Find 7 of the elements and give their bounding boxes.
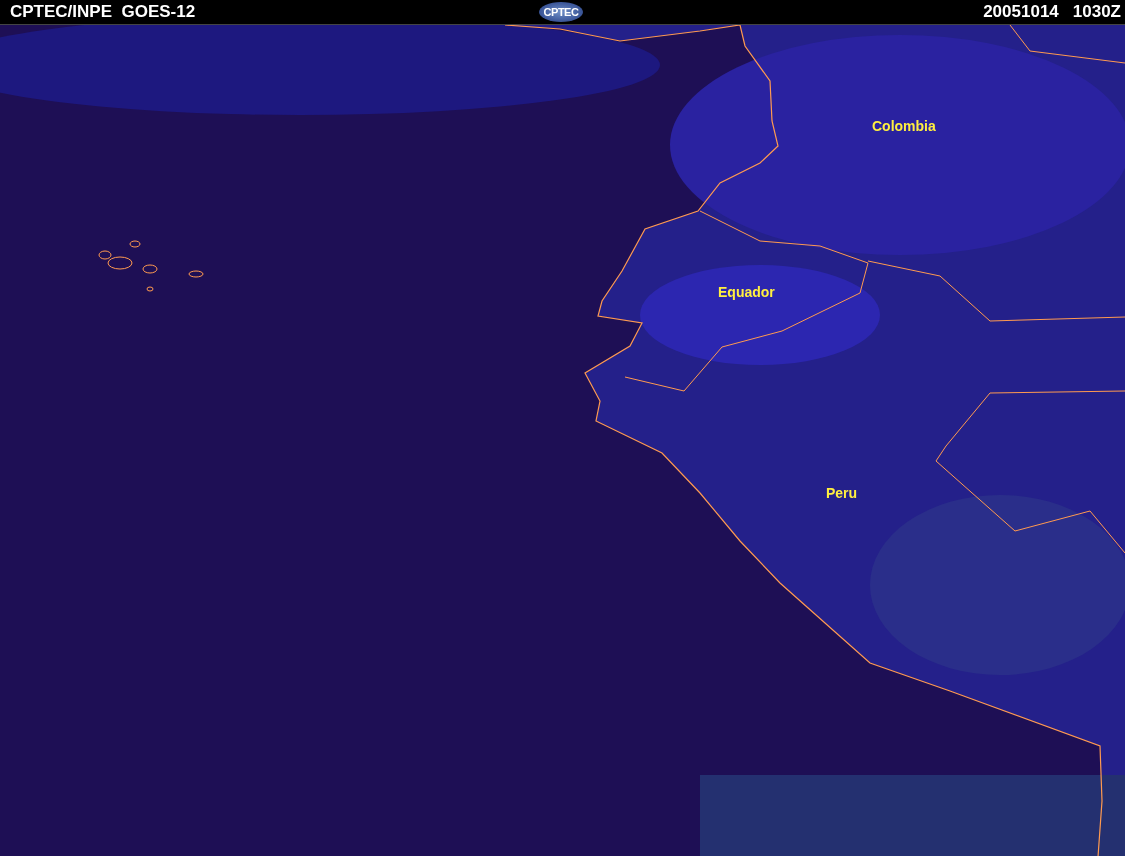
date-text: 20051014 — [983, 2, 1059, 22]
header-title: CPTEC/INPE GOES-12 — [10, 2, 196, 22]
country-label: Peru — [826, 485, 858, 501]
time-text: 1030Z — [1072, 2, 1121, 22]
country-label: Equador — [718, 284, 775, 300]
logo: CPTEC — [539, 2, 583, 22]
country-label: Colombia — [872, 118, 936, 134]
